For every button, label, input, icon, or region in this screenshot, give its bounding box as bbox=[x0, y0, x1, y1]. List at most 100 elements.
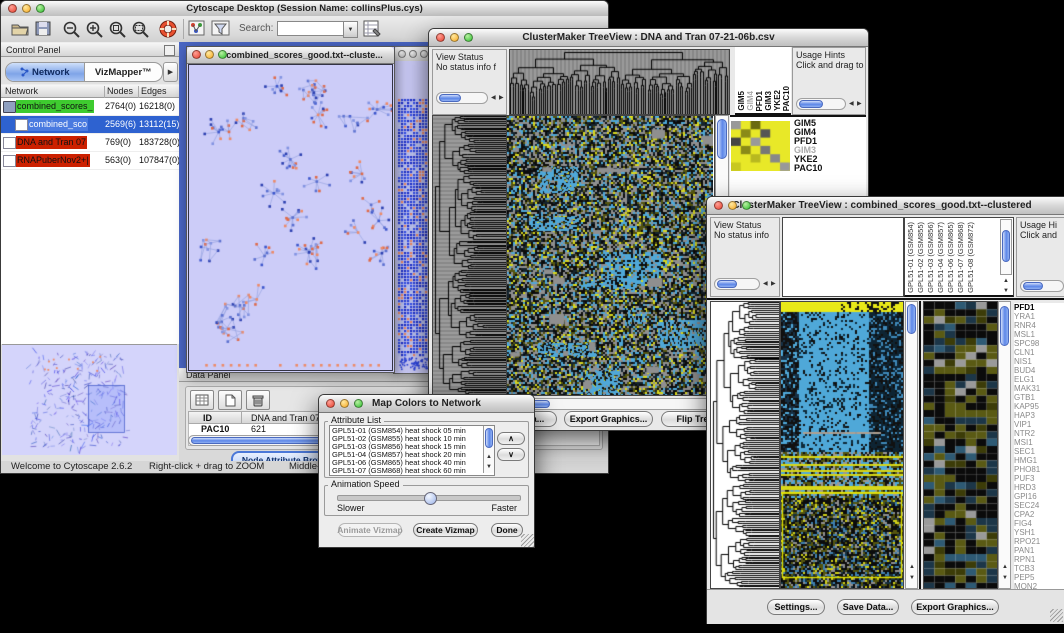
col-network[interactable]: Network bbox=[5, 85, 38, 98]
gene-label[interactable]: RPN1 bbox=[1014, 555, 1064, 564]
tv2-detail-vscrollbar[interactable]: ▲ ▼ bbox=[998, 301, 1011, 589]
column-label[interactable]: GPL51-03 (GSM856) bbox=[927, 222, 935, 293]
minimize-icon[interactable] bbox=[450, 33, 459, 42]
table-report-icon[interactable] bbox=[363, 19, 383, 38]
gene-label[interactable]: GPI16 bbox=[1014, 492, 1064, 501]
save-icon[interactable] bbox=[34, 20, 52, 37]
scroll-right-icon[interactable]: ▶ bbox=[499, 95, 504, 101]
resize-grip[interactable] bbox=[1050, 609, 1063, 622]
column-label[interactable]: GIM3 bbox=[765, 91, 773, 111]
gene-label[interactable]: CLN1 bbox=[1014, 348, 1064, 357]
help-lifering-icon[interactable] bbox=[158, 19, 178, 39]
scroll-left-icon[interactable]: ◀ bbox=[849, 101, 854, 107]
main-titlebar[interactable]: Cytoscape Desktop (Session Name: collins… bbox=[1, 1, 608, 17]
tv1-hscrollbar[interactable] bbox=[507, 398, 715, 410]
zoom-fit-icon[interactable] bbox=[131, 20, 151, 38]
view-status-hscrollbar[interactable] bbox=[436, 92, 488, 104]
scroll-down-icon[interactable]: ▼ bbox=[909, 575, 915, 581]
network-name[interactable]: DNA and Tran 07 bbox=[16, 136, 87, 149]
float-panel-icon[interactable] bbox=[164, 45, 175, 56]
column-label[interactable]: GPL51-01 (GSM854) bbox=[907, 222, 915, 293]
tv2-row-dendrogram[interactable] bbox=[710, 301, 780, 589]
minimize-icon[interactable] bbox=[409, 50, 417, 58]
node-graph-icon[interactable] bbox=[188, 20, 206, 37]
animation-speed-slider[interactable] bbox=[337, 495, 521, 501]
gene-label[interactable]: ELG1 bbox=[1014, 375, 1064, 384]
column-label[interactable]: YKE2 bbox=[774, 90, 782, 111]
gene-label[interactable]: YRA1 bbox=[1014, 312, 1064, 321]
done-button[interactable]: Done bbox=[491, 523, 523, 537]
scroll-down-icon[interactable]: ▼ bbox=[486, 464, 492, 470]
move-down-button[interactable]: ∨ bbox=[497, 448, 525, 461]
column-label[interactable]: GPL51-02 (GSM855) bbox=[917, 222, 925, 293]
birdseye-view[interactable] bbox=[2, 344, 177, 455]
gene-label[interactable]: NTR2 bbox=[1014, 429, 1064, 438]
zoom-out-icon[interactable] bbox=[62, 20, 82, 38]
zoom-icon[interactable] bbox=[36, 4, 45, 13]
datapanel-col-id[interactable]: ID bbox=[203, 412, 212, 424]
gene-label[interactable]: HAP3 bbox=[1014, 411, 1064, 420]
animate-vizmap-button[interactable]: Animate Vizmap bbox=[338, 523, 402, 537]
network-canvas-1[interactable] bbox=[188, 64, 393, 371]
gene-label[interactable]: RPO21 bbox=[1014, 537, 1064, 546]
column-label[interactable]: GIM4 bbox=[747, 91, 755, 111]
zoom-icon[interactable] bbox=[464, 33, 473, 42]
tab-vizmapper[interactable]: VizMapper™ bbox=[85, 63, 163, 81]
column-label[interactable]: PFD1 bbox=[756, 91, 764, 111]
minimize-icon[interactable] bbox=[340, 399, 349, 408]
resize-grip[interactable] bbox=[521, 534, 534, 547]
attribute-list[interactable]: GPL51-01 (GSM854) heat shock 05 minGPL51… bbox=[329, 425, 495, 476]
move-up-button[interactable]: ∧ bbox=[497, 432, 525, 445]
tv2-heatmap-vscrollbar[interactable]: ▲ ▼ bbox=[905, 301, 918, 589]
scroll-left-icon[interactable]: ◀ bbox=[491, 95, 496, 101]
gene-label[interactable]: SEC24 bbox=[1014, 501, 1064, 510]
gene-label[interactable]: HMG1 bbox=[1014, 456, 1064, 465]
new-attribute-icon[interactable] bbox=[218, 390, 242, 410]
gene-label[interactable]: HRD3 bbox=[1014, 483, 1064, 492]
view-status-hscrollbar[interactable] bbox=[714, 278, 760, 290]
zoom-icon[interactable] bbox=[218, 50, 227, 59]
tv2-column-dendrogram[interactable] bbox=[782, 217, 904, 297]
usage-hints-hscrollbar[interactable] bbox=[1020, 280, 1064, 292]
treeview2-titlebar[interactable]: ClusterMaker TreeView : combined_scores_… bbox=[707, 197, 1064, 215]
tv1-export-graphics-button[interactable]: Export Graphics... bbox=[564, 411, 653, 427]
tv2-detail-heatmap[interactable] bbox=[923, 301, 998, 589]
minimize-icon[interactable] bbox=[22, 4, 31, 13]
scroll-left-icon[interactable]: ◀ bbox=[763, 281, 768, 287]
table-row[interactable]: DNA and Tran 07769(0)183728(0) bbox=[1, 134, 179, 152]
open-file-icon[interactable] bbox=[10, 20, 30, 37]
tv1-similarity-matrix[interactable] bbox=[731, 121, 790, 171]
zoom-icon[interactable] bbox=[354, 399, 363, 408]
gene-label[interactable]: MON2 bbox=[1014, 582, 1064, 589]
gene-label[interactable]: BUD4 bbox=[1014, 366, 1064, 375]
tv2-settings-button[interactable]: Settings... bbox=[767, 599, 825, 615]
close-icon[interactable] bbox=[436, 33, 445, 42]
scroll-up-icon[interactable]: ▲ bbox=[909, 564, 915, 570]
tv2-labels-vscrollbar[interactable] bbox=[1000, 219, 1012, 275]
list-item[interactable]: GPL51-07 (GSM868) heat shock 60 min bbox=[332, 467, 494, 475]
tv2-export-graphics-button[interactable]: Export Graphics... bbox=[911, 599, 999, 615]
gene-label[interactable]: GTB1 bbox=[1014, 393, 1064, 402]
usage-hints-hscrollbar[interactable] bbox=[796, 98, 846, 110]
gene-label[interactable]: CPA2 bbox=[1014, 510, 1064, 519]
gene-label[interactable]: MSL1 bbox=[1014, 330, 1064, 339]
gene-label[interactable]: NIS1 bbox=[1014, 357, 1064, 366]
table-row[interactable]: combined_scores_2764(0)16218(0) bbox=[1, 98, 179, 116]
scroll-down-icon[interactable]: ▼ bbox=[1003, 288, 1009, 294]
gene-label[interactable]: KAP95 bbox=[1014, 402, 1064, 411]
close-icon[interactable] bbox=[398, 50, 406, 58]
tab-network[interactable]: Network bbox=[6, 63, 85, 81]
gene-label[interactable]: MSI1 bbox=[1014, 438, 1064, 447]
column-label[interactable]: GPL51-06 (GSM865) bbox=[947, 222, 955, 293]
attribute-table-icon[interactable] bbox=[190, 390, 214, 410]
slider-thumb[interactable] bbox=[424, 492, 437, 505]
zoom-selected-icon[interactable] bbox=[108, 20, 128, 38]
scroll-up-icon[interactable]: ▲ bbox=[486, 454, 492, 460]
gene-label[interactable]: PFD1 bbox=[1014, 303, 1064, 312]
column-label[interactable]: GIM5 bbox=[738, 91, 746, 111]
tv1-gene-list[interactable]: GIM5GIM4PFD1GIM3YKE2PAC10 bbox=[794, 119, 822, 173]
tab-overflow-button[interactable]: ▶ bbox=[163, 62, 178, 82]
scroll-right-icon[interactable]: ▶ bbox=[857, 101, 862, 107]
table-row[interactable]: combined_sco2569(6)13112(15) bbox=[1, 116, 179, 134]
attribute-list-vscrollbar[interactable]: ▲ ▼ bbox=[483, 426, 494, 473]
